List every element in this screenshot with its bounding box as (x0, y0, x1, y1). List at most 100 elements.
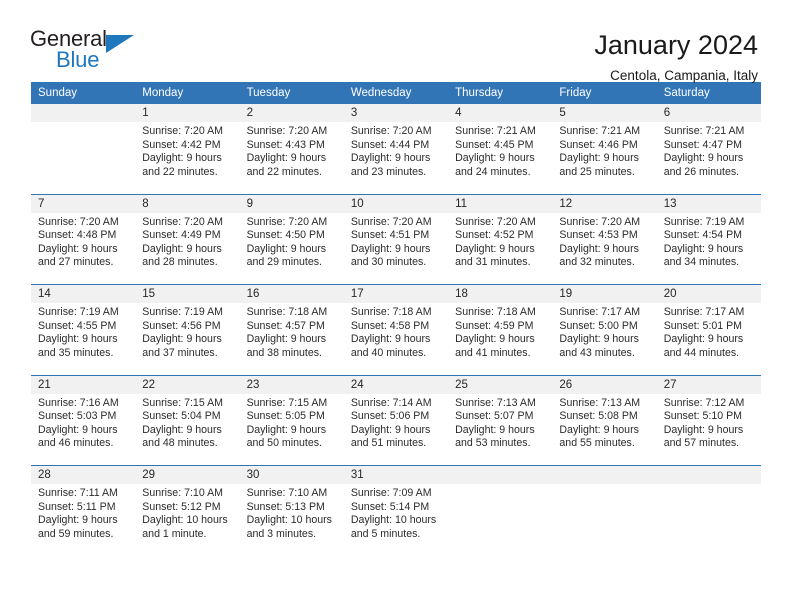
sunrise-text: Sunrise: 7:20 AM (38, 215, 119, 228)
day-number[interactable]: 11 (448, 193, 553, 213)
day-number[interactable]: 20 (656, 284, 761, 303)
sunrise-text: Sunrise: 7:21 AM (663, 125, 745, 137)
day-number[interactable]: 13 (656, 193, 761, 213)
day-number[interactable]: 4 (448, 104, 553, 122)
day-cell[interactable]: Sunrise: 7:12 AM Sunset: 5:10 PM Daylight:… (656, 393, 761, 466)
sunset-text: Sunset: 5:03 PM (38, 410, 117, 423)
day-number[interactable]: 21 (31, 374, 136, 394)
day-number[interactable]: 12 (552, 193, 657, 213)
day-number[interactable]: 6 (656, 104, 761, 122)
week-daynumber-row: 14 15 16 17 18 19 20 (31, 284, 761, 303)
day-cell[interactable]: Sunrise: 7:13 AM Sunset: 5:07 PM Daylight:… (448, 393, 553, 466)
day-number[interactable]: 8 (135, 193, 240, 213)
day-cell[interactable]: Sunrise: 7:14 AM Sunset: 5:06 PM Daylight:… (343, 393, 449, 466)
day-cell[interactable]: Sunrise: 7:15 AM Sunset: 5:04 PM Daylight:… (135, 393, 240, 466)
daylight-text-cont: and 22 minutes. (142, 165, 218, 178)
day-number[interactable]: 9 (239, 193, 344, 213)
day-cell[interactable]: Sunrise: 7:09 AM Sunset: 5:14 PM Daylight:… (343, 484, 449, 556)
day-number[interactable]: 10 (343, 193, 449, 213)
day-number[interactable]: 17 (343, 284, 449, 303)
daylight-text: Daylight: 9 hours (559, 333, 639, 346)
sunset-text: Sunset: 4:50 PM (246, 229, 325, 242)
day-cell[interactable]: Sunrise: 7:19 AM Sunset: 4:54 PM Daylight:… (656, 212, 761, 285)
sunset-text: Sunset: 5:06 PM (350, 410, 430, 423)
weekday-header-thursday: Thursday (448, 82, 553, 104)
day-number[interactable]: 19 (552, 284, 657, 303)
week-daynumber-row: 28 29 30 31 (31, 465, 761, 484)
day-cell[interactable]: Sunrise: 7:21 AM Sunset: 4:46 PM Daylight:… (552, 122, 657, 194)
day-cell[interactable]: Sunrise: 7:10 AM Sunset: 5:12 PM Daylight:… (135, 484, 240, 556)
day-number[interactable]: 28 (31, 465, 136, 484)
day-number[interactable]: 29 (135, 465, 240, 484)
day-number[interactable]: 23 (239, 374, 344, 394)
sunset-text: Sunset: 5:13 PM (246, 500, 325, 513)
day-cell[interactable]: Sunrise: 7:10 AM Sunset: 5:13 PM Daylight:… (239, 484, 344, 556)
general-blue-logo[interactable]: General Blue (30, 28, 150, 76)
sunset-text: Sunset: 4:49 PM (142, 229, 221, 242)
day-cell[interactable]: Sunrise: 7:17 AM Sunset: 5:01 PM Daylight:… (656, 303, 761, 375)
day-cell[interactable]: Sunrise: 7:17 AM Sunset: 5:00 PM Daylight:… (552, 303, 657, 375)
day-number[interactable]: 24 (343, 374, 449, 394)
sunrise-text: Sunrise: 7:17 AM (559, 306, 641, 318)
day-cell-empty (448, 484, 553, 556)
day-cell[interactable]: Sunrise: 7:20 AM Sunset: 4:49 PM Daylight:… (135, 212, 240, 285)
daylight-text: Daylight: 9 hours (246, 152, 327, 165)
weekday-header-monday: Monday (135, 82, 240, 104)
day-cell[interactable]: Sunrise: 7:18 AM Sunset: 4:59 PM Daylight:… (448, 303, 553, 375)
daylight-text-cont: and 23 minutes. (350, 165, 427, 178)
day-number[interactable]: 31 (343, 465, 449, 484)
daylight-text-cont: and 26 minutes. (663, 165, 740, 178)
day-number[interactable]: 30 (239, 465, 344, 484)
day-number[interactable]: 14 (31, 284, 136, 303)
day-cell[interactable]: Sunrise: 7:20 AM Sunset: 4:44 PM Daylight:… (343, 122, 449, 194)
day-cell[interactable]: Sunrise: 7:16 AM Sunset: 5:03 PM Daylight:… (31, 393, 136, 466)
daylight-text: Daylight: 9 hours (142, 242, 222, 255)
day-cell[interactable]: Sunrise: 7:13 AM Sunset: 5:08 PM Daylight:… (552, 393, 657, 466)
daylight-text-cont: and 38 minutes. (246, 346, 322, 359)
day-cell[interactable]: Sunrise: 7:19 AM Sunset: 4:55 PM Daylight:… (31, 303, 136, 375)
weekday-header-saturday: Saturday (656, 82, 761, 104)
day-cell-empty (31, 122, 136, 194)
day-cell[interactable]: Sunrise: 7:20 AM Sunset: 4:51 PM Daylight:… (343, 212, 449, 285)
daylight-text: Daylight: 9 hours (38, 333, 118, 346)
day-cell[interactable]: Sunrise: 7:20 AM Sunset: 4:42 PM Daylight:… (135, 122, 240, 194)
day-cell[interactable]: Sunrise: 7:18 AM Sunset: 4:58 PM Daylight:… (343, 303, 449, 375)
day-number[interactable]: 2 (239, 104, 344, 122)
calendar-grid: Sunday Monday Tuesday Wednesday Thursday Frid… (31, 82, 761, 556)
day-number[interactable]: 22 (135, 374, 240, 394)
daylight-text-cont: and 34 minutes. (663, 256, 740, 269)
sunrise-text: Sunrise: 7:21 AM (559, 125, 641, 137)
day-cell[interactable]: Sunrise: 7:20 AM Sunset: 4:53 PM Daylight:… (552, 212, 657, 285)
title-block: January 2024 Centola, Campania, Italy (594, 28, 758, 83)
day-number[interactable]: 15 (135, 284, 240, 303)
week-daynumber-row: 21 22 23 24 25 26 27 (31, 374, 761, 394)
day-cell[interactable]: Sunrise: 7:19 AM Sunset: 4:56 PM Daylight:… (135, 303, 240, 375)
daylight-text: Daylight: 9 hours (246, 423, 327, 436)
daylight-text-cont: and 37 minutes. (142, 346, 218, 359)
day-cell[interactable]: Sunrise: 7:20 AM Sunset: 4:48 PM Daylight:… (31, 212, 136, 285)
day-cell[interactable]: Sunrise: 7:21 AM Sunset: 4:47 PM Daylight:… (656, 122, 761, 194)
daylight-text-cont: and 55 minutes. (559, 437, 635, 450)
day-number[interactable]: 18 (448, 284, 553, 303)
day-cell[interactable]: Sunrise: 7:20 AM Sunset: 4:50 PM Daylight:… (239, 212, 344, 285)
day-cell[interactable]: Sunrise: 7:20 AM Sunset: 4:43 PM Daylight:… (239, 122, 344, 194)
day-number[interactable]: 16 (239, 284, 344, 303)
day-number[interactable]: 1 (135, 104, 240, 122)
day-number[interactable]: 5 (552, 104, 657, 122)
week-info-row: Sunrise: 7:20 AM Sunset: 4:48 PM Daylight:… (31, 212, 761, 285)
day-cell[interactable]: Sunrise: 7:11 AM Sunset: 5:11 PM Daylight:… (31, 484, 136, 556)
day-cell[interactable]: Sunrise: 7:15 AM Sunset: 5:05 PM Daylight:… (239, 393, 344, 466)
daylight-text-cont: and 30 minutes. (350, 256, 427, 269)
sunrise-text: Sunrise: 7:19 AM (38, 306, 119, 318)
sunset-text: Sunset: 4:44 PM (350, 138, 430, 151)
day-number[interactable]: 25 (448, 374, 553, 394)
day-number[interactable]: 27 (656, 374, 761, 394)
daylight-text: Daylight: 9 hours (559, 242, 639, 255)
day-cell[interactable]: Sunrise: 7:20 AM Sunset: 4:52 PM Daylight:… (448, 212, 553, 285)
day-number[interactable]: 3 (343, 104, 449, 122)
day-number[interactable]: 7 (31, 193, 136, 213)
day-number[interactable]: 26 (552, 374, 657, 394)
day-cell[interactable]: Sunrise: 7:18 AM Sunset: 4:57 PM Daylight:… (239, 303, 344, 375)
day-cell[interactable]: Sunrise: 7:21 AM Sunset: 4:45 PM Daylight:… (448, 122, 553, 194)
daylight-text: Daylight: 9 hours (38, 423, 118, 436)
